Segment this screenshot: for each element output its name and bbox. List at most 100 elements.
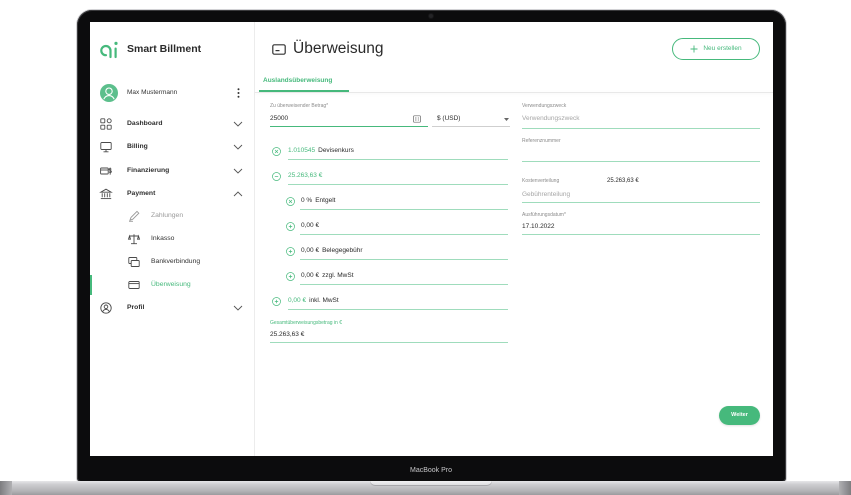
total-amount-field[interactable]: Gesamtüberweisungsbetrag in € 25.263,63 … <box>270 320 508 343</box>
receipt-fee-value: 0,00 € <box>301 247 320 254</box>
smart-billment-logo-icon[interactable] <box>100 39 120 59</box>
dashboard-icon <box>100 118 112 130</box>
sidebar-item-payment[interactable]: Payment <box>90 188 254 200</box>
amount-underline <box>270 126 428 127</box>
sidebar-subitem-bankverbindung[interactable]: Bankverbindung <box>90 256 254 268</box>
plus-circle-icon[interactable] <box>286 246 295 256</box>
tab-label: Auslandsüberweisung <box>263 77 333 84</box>
sidebar-item-profil[interactable]: Profil <box>90 302 254 314</box>
device-label: MacBook Pro <box>409 467 453 474</box>
pen-icon <box>128 210 140 222</box>
reference-field[interactable]: Referenznummer <box>522 137 760 162</box>
receipt-fee-label: Belegegebühr <box>322 247 363 254</box>
card-icon <box>272 44 286 55</box>
laptop-base-notch <box>370 481 492 486</box>
app-name: Smart Billment <box>127 43 202 55</box>
minus-circle-icon[interactable] <box>272 171 281 181</box>
next-button[interactable]: Weiter <box>719 406 760 425</box>
bank-icon <box>99 188 113 200</box>
times-circle-icon[interactable] <box>286 196 295 206</box>
plus-circle-icon[interactable] <box>272 296 281 306</box>
main-content: Überweisung Neu erstellen Auslandsüberwe… <box>255 22 773 456</box>
sidebar-item-finanzierung[interactable]: Finanzierung <box>90 165 254 177</box>
chevron-down-icon[interactable] <box>233 121 243 127</box>
sidebar-item-label: Payment <box>127 190 156 197</box>
sidebar-subitem-label: Zahlungen <box>151 212 184 219</box>
plus-circle-icon[interactable] <box>286 221 295 231</box>
exchange-rate-label: Devisenkurs <box>318 147 354 154</box>
chevron-up-icon[interactable] <box>233 191 243 197</box>
scale-icon <box>127 233 141 245</box>
sidebar-item-label: Billing <box>127 143 148 150</box>
execution-date-value: 17.10.2022 <box>522 223 555 230</box>
execution-date-field[interactable]: Ausführungsdatum* 17.10.2022 <box>522 211 760 235</box>
sidebar-subitem-label: Bankverbindung <box>151 258 201 265</box>
reference-underline <box>522 161 760 162</box>
sidebar-item-dashboard[interactable]: Dashboard <box>90 118 254 130</box>
fee-underline <box>300 209 508 210</box>
sidebar-item-label: Profil <box>127 304 145 311</box>
amount-value: 25000 <box>270 115 289 122</box>
receipt-fee-row[interactable]: 0,00 € Belegegebühr <box>286 245 508 260</box>
chevron-down-icon[interactable] <box>233 168 243 174</box>
exchange-rate-underline <box>288 159 508 160</box>
page-title: Überweisung <box>293 40 384 57</box>
laptop-base-left-edge <box>0 481 12 495</box>
sidebar-subitem-zahlungen[interactable]: Zahlungen <box>90 210 254 222</box>
fee-row[interactable]: 0 % Entgelt <box>286 195 508 210</box>
sidebar-subitem-ueberweisung[interactable]: Überweisung <box>90 275 254 295</box>
incl-vat-label: inkl. MwSt <box>309 297 339 304</box>
plus-vat-underline <box>300 284 508 285</box>
user-name: Max Mustermann <box>127 89 178 96</box>
camera-dot <box>429 14 433 18</box>
fee-value: 0 % <box>301 197 313 204</box>
cost-split-field[interactable]: Kostenverteilung 25.263,63 € Gebührentei… <box>522 177 760 203</box>
tab-auslandsueberweisung[interactable]: Auslandsüberweisung <box>259 72 349 92</box>
currency-value: $ (USD) <box>437 115 461 122</box>
kebab-menu-icon[interactable] <box>237 88 240 98</box>
chevron-down-icon[interactable] <box>233 144 243 150</box>
laptop-mockup: Smart Billment Max Mustermann Dashboard <box>0 0 851 495</box>
laptop-base <box>0 481 851 495</box>
cost-split-underline <box>522 202 760 203</box>
cards-icon <box>128 256 140 268</box>
converted-amount-value: 25.263,63 € <box>288 172 323 179</box>
exchange-rate-row[interactable]: 1.010545 Devisenkurs <box>272 145 508 160</box>
active-indicator <box>90 275 92 295</box>
plus-vat-row[interactable]: 0,00 € zzgl. MwSt <box>286 270 508 285</box>
calculator-icon[interactable] <box>413 115 421 123</box>
app-screen: Smart Billment Max Mustermann Dashboard <box>90 22 773 456</box>
reference-label: Referenznummer <box>522 138 561 144</box>
user-avatar-icon[interactable] <box>100 84 118 102</box>
sidebar: Smart Billment Max Mustermann Dashboard <box>90 22 255 456</box>
currency-select[interactable]: $ (USD) <box>432 102 510 127</box>
incl-vat-row[interactable]: 0,00 € inkl. MwSt <box>272 295 508 310</box>
total-amount-underline <box>270 342 508 343</box>
card-dollar-icon <box>100 165 112 177</box>
purpose-field[interactable]: Verwendungszweck Verwendungszweck <box>522 102 760 129</box>
amount-field[interactable]: Zu überweisender Betrag* 25000 <box>270 102 428 127</box>
cost-split-placeholder: Gebührenteilung <box>522 191 571 198</box>
amount-label: Zu überweisender Betrag* <box>270 103 329 109</box>
times-circle-icon[interactable] <box>272 146 281 156</box>
execution-date-label: Ausführungsdatum* <box>522 212 566 218</box>
dropdown-arrow-icon <box>504 118 509 121</box>
fee-amount-underline <box>300 234 508 235</box>
new-transfer-button[interactable]: Neu erstellen <box>672 38 760 60</box>
chevron-down-icon[interactable] <box>233 305 243 311</box>
sidebar-item-billing[interactable]: Billing <box>90 141 254 153</box>
plus-icon <box>690 45 698 53</box>
sidebar-subitem-inkasso[interactable]: Inkasso <box>90 233 254 245</box>
plus-circle-icon[interactable] <box>286 271 295 281</box>
sidebar-subitem-label: Inkasso <box>151 235 175 242</box>
user-circle-icon <box>100 302 112 314</box>
laptop-base-right-edge <box>839 481 851 495</box>
incl-vat-value: 0,00 € <box>288 297 307 304</box>
plus-vat-value: 0,00 € <box>301 272 320 279</box>
fee-amount-row[interactable]: 0,00 € <box>286 220 508 235</box>
converted-amount-row[interactable]: 25.263,63 € <box>272 170 508 185</box>
new-transfer-button-label: Neu erstellen <box>703 45 742 52</box>
fee-label: Entgelt <box>315 197 336 204</box>
sidebar-subitem-label: Überweisung <box>151 281 191 288</box>
sidebar-item-label: Dashboard <box>127 120 163 127</box>
